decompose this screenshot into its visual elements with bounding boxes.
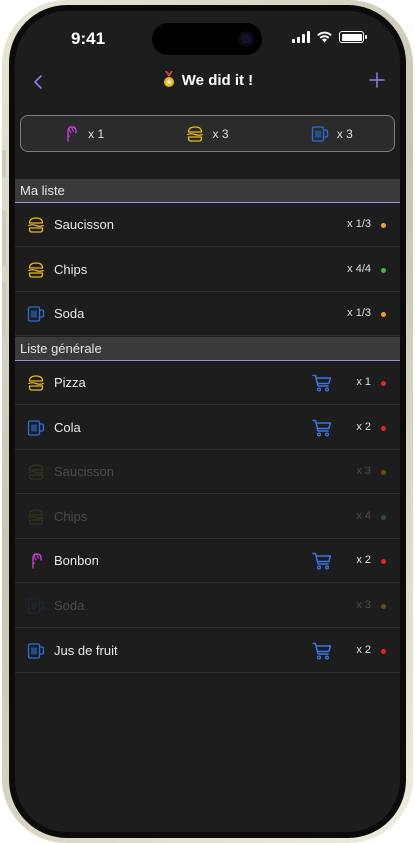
status-dot — [381, 559, 386, 565]
cart-icon — [312, 553, 332, 570]
item-name: Cola — [54, 419, 81, 435]
add-to-cart-button[interactable] — [312, 641, 332, 661]
item-name: Jus de fruit — [54, 642, 118, 658]
signal-icon — [292, 31, 310, 43]
drink-icon — [27, 642, 45, 659]
section-my-list: Ma liste — [15, 179, 400, 203]
item-name: Soda — [54, 598, 85, 613]
page-title-text: We did it ! — [181, 72, 254, 89]
battery-icon — [339, 31, 367, 43]
item-name: Bonbon — [54, 553, 99, 569]
burger-icon — [28, 375, 44, 391]
list-item[interactable]: Saucisson x 1/3 — [15, 203, 400, 247]
status-dot — [381, 470, 386, 476]
item-quantity: x 2 — [356, 643, 371, 656]
burger-icon — [28, 509, 44, 525]
add-button[interactable] — [366, 67, 388, 93]
app-screen: 9:41 We did it ! x 1 x 3 x 3 Ma liste Sa… — [15, 11, 400, 832]
volume-down-button — [2, 282, 6, 337]
item-name: Chips — [54, 261, 88, 277]
cart-icon — [312, 419, 332, 437]
burger-icon — [28, 261, 44, 278]
item-name: Chips — [54, 508, 88, 524]
item-icon — [27, 305, 45, 323]
list-item[interactable]: Pizza x 1 — [15, 361, 400, 405]
item-quantity: x 4/4 — [347, 262, 371, 275]
page-title: We did it ! — [15, 71, 400, 89]
item-name: Saucisson — [54, 464, 114, 480]
status-dot — [381, 648, 386, 654]
status-time: 9:41 — [71, 29, 106, 48]
item-icon — [27, 374, 45, 392]
list-item[interactable]: Jus de fruit x 2 — [15, 629, 400, 673]
summary-count: x 1 — [88, 126, 105, 141]
status-dot — [381, 425, 386, 431]
item-name: Soda — [54, 306, 85, 322]
burger-icon — [28, 464, 44, 480]
cart-icon — [312, 374, 332, 392]
item-icon — [27, 597, 45, 615]
item-icon — [27, 261, 45, 279]
power-button — [409, 240, 413, 330]
item-icon — [27, 642, 45, 660]
list-item[interactable]: Chips x 4/4 — [15, 248, 400, 292]
summary-item: x 3 — [186, 125, 229, 143]
list-item[interactable]: Soda x 1/3 — [15, 292, 400, 337]
status-dot — [381, 223, 386, 228]
item-name: Pizza — [54, 375, 86, 390]
summary-count: x 3 — [336, 126, 353, 141]
summary-count: x 3 — [212, 126, 229, 141]
drink-icon — [311, 125, 328, 142]
item-quantity: x 2 — [356, 420, 371, 433]
summary-bar: x 1 x 3 x 3 — [20, 115, 395, 152]
candy-icon — [67, 125, 77, 142]
drink-icon — [27, 419, 45, 436]
item-quantity: x 2 — [356, 554, 371, 567]
list-item[interactable]: Chips x 4 — [15, 495, 400, 539]
wifi-icon — [317, 31, 332, 43]
item-icon — [27, 508, 45, 526]
status-dot — [381, 312, 386, 318]
item-quantity: x 3 — [356, 465, 371, 478]
item-icon — [27, 552, 45, 570]
list-item[interactable]: Saucisson x 3 — [15, 450, 400, 495]
item-quantity: x 3 — [356, 599, 371, 611]
item-icon — [27, 419, 45, 437]
drink-icon — [27, 598, 45, 614]
status-dot — [381, 381, 386, 386]
volume-up-button — [2, 210, 6, 265]
item-quantity: x 1 — [356, 376, 371, 388]
burger-icon — [28, 217, 44, 233]
list-item[interactable]: Cola x 2 — [15, 406, 400, 450]
mute-switch — [2, 150, 6, 178]
add-to-cart-button[interactable] — [312, 551, 332, 571]
item-quantity: x 1/3 — [347, 218, 371, 230]
add-to-cart-button[interactable] — [312, 373, 332, 393]
summary-item: x 3 — [311, 125, 353, 143]
section-general-list: Liste générale — [15, 337, 400, 361]
item-name: Saucisson — [54, 217, 114, 232]
list-item[interactable]: Soda x 3 — [15, 584, 400, 628]
summary-item: x 1 — [62, 125, 104, 143]
item-quantity: x 4 — [356, 509, 371, 522]
candy-icon — [32, 553, 42, 570]
add-to-cart-button[interactable] — [312, 418, 332, 438]
item-icon — [27, 463, 45, 481]
status-dot — [381, 514, 386, 520]
dynamic-island — [152, 23, 262, 55]
drink-icon — [27, 306, 45, 322]
item-icon — [27, 216, 45, 234]
status-icons — [292, 31, 367, 43]
cart-icon — [312, 642, 332, 660]
list-item[interactable]: Bonbon x 2 — [15, 539, 400, 584]
camera-icon — [238, 31, 254, 47]
plus-icon — [369, 72, 385, 88]
item-quantity: x 1/3 — [347, 307, 371, 320]
medal-icon — [163, 71, 174, 87]
burger-icon — [187, 125, 204, 142]
status-dot — [381, 604, 386, 609]
status-dot — [381, 267, 386, 273]
